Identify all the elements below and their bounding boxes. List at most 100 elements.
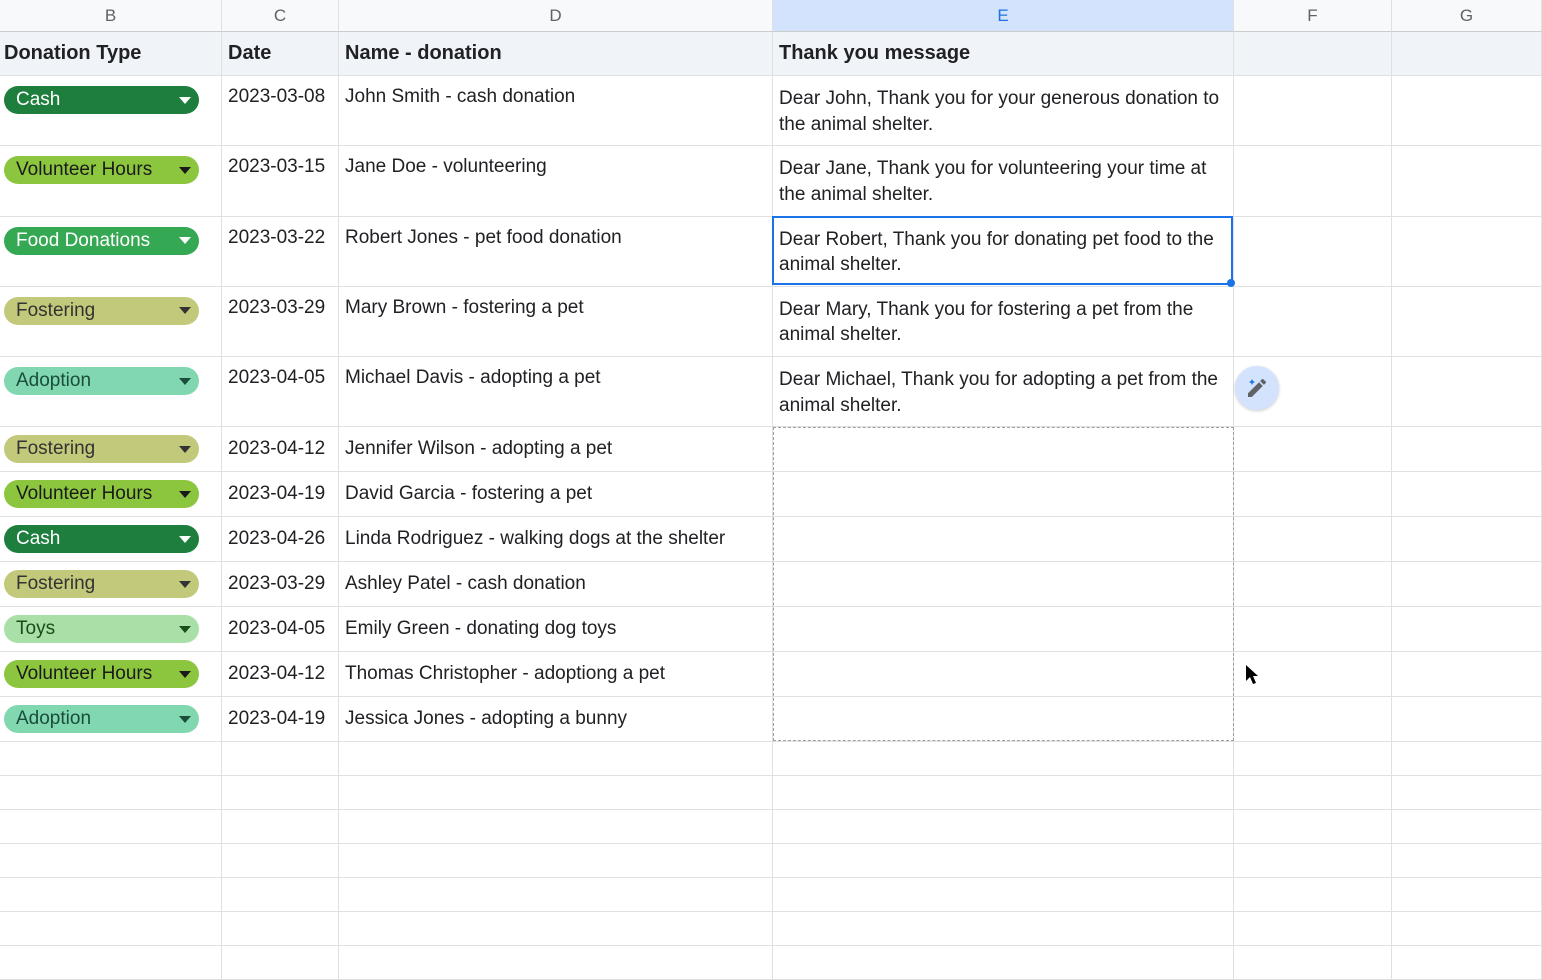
smart-fill-button[interactable]: [1235, 366, 1279, 410]
header-f[interactable]: [1234, 32, 1392, 75]
cell-empty[interactable]: [1392, 146, 1542, 215]
cell-name[interactable]: Jennifer Wilson - adopting a pet: [339, 427, 773, 471]
cell-message[interactable]: [773, 697, 1234, 741]
donation-type-chip[interactable]: Volunteer Hours: [4, 156, 199, 184]
cell-date[interactable]: 2023-03-15: [222, 146, 339, 215]
cell-empty[interactable]: [773, 742, 1234, 775]
cell-empty[interactable]: [1234, 472, 1392, 516]
cell-empty[interactable]: [0, 912, 222, 945]
cell-date[interactable]: 2023-03-22: [222, 217, 339, 286]
cell-empty[interactable]: [0, 776, 222, 809]
cell-empty[interactable]: [1392, 878, 1542, 911]
cell-message[interactable]: [773, 562, 1234, 606]
cell-name[interactable]: Thomas Christopher - adoptiong a pet: [339, 652, 773, 696]
donation-type-chip[interactable]: Toys: [4, 615, 199, 643]
donation-type-chip[interactable]: Adoption: [4, 705, 199, 733]
cell-donation-type[interactable]: Cash: [0, 517, 222, 561]
cell-empty[interactable]: [339, 912, 773, 945]
cell-empty[interactable]: [773, 878, 1234, 911]
cell-donation-type[interactable]: Volunteer Hours: [0, 472, 222, 516]
cell-empty[interactable]: [1392, 217, 1542, 286]
cell-message[interactable]: Dear Michael, Thank you for adopting a p…: [773, 357, 1234, 426]
cell-empty[interactable]: [339, 742, 773, 775]
cell-empty[interactable]: [1234, 776, 1392, 809]
cell-donation-type[interactable]: Fostering: [0, 562, 222, 606]
cell-message[interactable]: [773, 472, 1234, 516]
cell-name[interactable]: Michael Davis - adopting a pet: [339, 357, 773, 426]
cell-empty[interactable]: [339, 810, 773, 843]
cell-empty[interactable]: [773, 844, 1234, 877]
cell-empty[interactable]: [1234, 742, 1392, 775]
cell-empty[interactable]: [222, 912, 339, 945]
cell-donation-type[interactable]: Fostering: [0, 287, 222, 356]
cell-empty[interactable]: [339, 844, 773, 877]
cell-message[interactable]: [773, 607, 1234, 651]
cell-message[interactable]: Dear Jane, Thank you for volunteering yo…: [773, 146, 1234, 215]
cell-donation-type[interactable]: Food Donations: [0, 217, 222, 286]
cell-empty[interactable]: [222, 776, 339, 809]
cell-empty[interactable]: [773, 810, 1234, 843]
cell-empty[interactable]: [1234, 697, 1392, 741]
cell-date[interactable]: 2023-04-19: [222, 697, 339, 741]
cell-empty[interactable]: [1234, 217, 1392, 286]
cell-message[interactable]: [773, 652, 1234, 696]
cell-empty[interactable]: [773, 946, 1234, 979]
cell-empty[interactable]: [1234, 562, 1392, 606]
cell-date[interactable]: 2023-03-29: [222, 562, 339, 606]
cell-empty[interactable]: [1234, 427, 1392, 471]
cell-empty[interactable]: [1392, 742, 1542, 775]
cell-donation-type[interactable]: Fostering: [0, 427, 222, 471]
column-header-b[interactable]: B: [0, 0, 222, 32]
cell-empty[interactable]: [0, 946, 222, 979]
cell-empty[interactable]: [1392, 562, 1542, 606]
cell-empty[interactable]: [1392, 652, 1542, 696]
cell-name[interactable]: Jessica Jones - adopting a bunny: [339, 697, 773, 741]
cell-empty[interactable]: [1234, 146, 1392, 215]
cell-donation-type[interactable]: Adoption: [0, 697, 222, 741]
cell-empty[interactable]: [0, 810, 222, 843]
column-header-f[interactable]: F: [1234, 0, 1392, 32]
cell-empty[interactable]: [1392, 427, 1542, 471]
donation-type-chip[interactable]: Fostering: [4, 570, 199, 598]
cell-empty[interactable]: [1392, 912, 1542, 945]
cell-message[interactable]: Dear Robert, Thank you for donating pet …: [773, 217, 1234, 286]
cell-empty[interactable]: [339, 776, 773, 809]
header-thank-you[interactable]: Thank you message: [773, 32, 1234, 75]
cell-message[interactable]: [773, 427, 1234, 471]
donation-type-chip[interactable]: Adoption: [4, 367, 199, 395]
cell-empty[interactable]: [1392, 76, 1542, 145]
cell-donation-type[interactable]: Cash: [0, 76, 222, 145]
cell-donation-type[interactable]: Volunteer Hours: [0, 146, 222, 215]
cell-name[interactable]: Robert Jones - pet food donation: [339, 217, 773, 286]
donation-type-chip[interactable]: Food Donations: [4, 227, 199, 255]
cell-date[interactable]: 2023-03-08: [222, 76, 339, 145]
cell-message[interactable]: Dear Mary, Thank you for fostering a pet…: [773, 287, 1234, 356]
cell-message[interactable]: Dear John, Thank you for your generous d…: [773, 76, 1234, 145]
donation-type-chip[interactable]: Cash: [4, 86, 199, 114]
cell-empty[interactable]: [1234, 76, 1392, 145]
column-header-g[interactable]: G: [1392, 0, 1542, 32]
donation-type-chip[interactable]: Cash: [4, 525, 199, 553]
cell-name[interactable]: John Smith - cash donation: [339, 76, 773, 145]
donation-type-chip[interactable]: Volunteer Hours: [4, 480, 199, 508]
cell-empty[interactable]: [0, 878, 222, 911]
cell-date[interactable]: 2023-04-05: [222, 357, 339, 426]
cell-empty[interactable]: [1234, 607, 1392, 651]
column-header-e[interactable]: E: [773, 0, 1234, 32]
cell-empty[interactable]: [1234, 517, 1392, 561]
cell-name[interactable]: Linda Rodriguez - walking dogs at the sh…: [339, 517, 773, 561]
cell-name[interactable]: Emily Green - donating dog toys: [339, 607, 773, 651]
cell-donation-type[interactable]: Volunteer Hours: [0, 652, 222, 696]
cell-empty[interactable]: [1392, 776, 1542, 809]
cell-date[interactable]: 2023-04-26: [222, 517, 339, 561]
cell-empty[interactable]: [1234, 844, 1392, 877]
cell-empty[interactable]: [1392, 287, 1542, 356]
cell-name[interactable]: Mary Brown - fostering a pet: [339, 287, 773, 356]
cell-empty[interactable]: [1392, 517, 1542, 561]
donation-type-chip[interactable]: Fostering: [4, 435, 199, 463]
column-header-d[interactable]: D: [339, 0, 773, 32]
header-date[interactable]: Date: [222, 32, 339, 75]
cell-empty[interactable]: [1234, 810, 1392, 843]
cell-empty[interactable]: [222, 878, 339, 911]
cell-empty[interactable]: [222, 946, 339, 979]
